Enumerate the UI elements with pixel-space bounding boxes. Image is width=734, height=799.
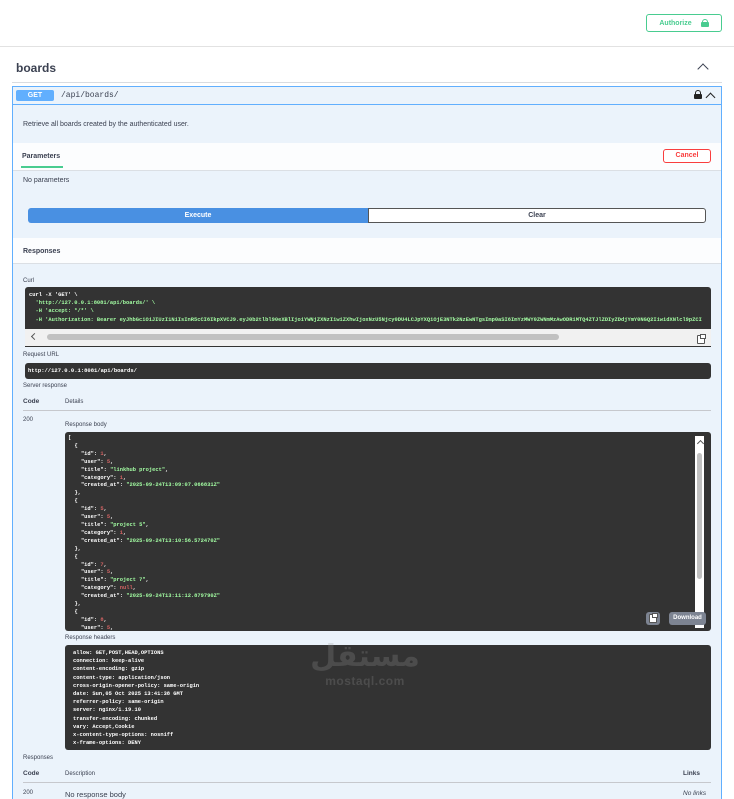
responses-row-description: No response body	[65, 790, 126, 799]
parameters-header	[13, 143, 721, 171]
header-line: connection: keep-alive	[73, 658, 145, 665]
header-line: cross-origin-opener-policy: same-origin	[73, 682, 200, 689]
response-body-label: Response body	[65, 422, 107, 428]
json-line: "user": 5,	[68, 458, 114, 465]
body-scroll-thumb[interactable]	[697, 453, 702, 579]
details-header: Details	[65, 399, 84, 405]
chevron-up-icon[interactable]	[697, 63, 709, 75]
authorize-button[interactable]: Authorize	[646, 14, 722, 32]
json-line: {	[68, 498, 78, 505]
table-divider	[23, 782, 711, 783]
execute-button[interactable]: Execute	[28, 208, 368, 223]
tab-underline	[21, 166, 63, 168]
request-url-value: http://127.0.0.1:8081/api/boards/	[25, 363, 711, 379]
curl-label: Curl	[23, 278, 35, 284]
header-line: vary: Accept,Cookie	[73, 723, 135, 730]
header-line: x-frame-options: DENY	[73, 740, 141, 747]
responses-header	[13, 238, 721, 264]
top-bar: Authorize	[0, 0, 734, 47]
responses-code-header: Code	[23, 770, 40, 777]
copy-icon[interactable]	[697, 334, 706, 344]
json-line: "id": 5,	[68, 506, 107, 513]
request-url-label: Request URL	[23, 352, 60, 358]
json-line: "created_at": "2025-09-24T13:10:56.57247…	[68, 537, 221, 544]
json-line: "created_at": "2025-09-24T13:11:12.87979…	[68, 593, 221, 600]
response-headers-label: Response headers	[65, 635, 116, 641]
header-line: allow: GET,POST,HEAD,OPTIONS	[73, 650, 164, 656]
json-line: {	[68, 553, 78, 560]
json-line: "user": 5,	[68, 569, 114, 576]
responses-links-header: Links	[683, 770, 700, 777]
tag-divider	[12, 82, 722, 83]
lock-icon	[700, 19, 709, 27]
header-line: content-encoding: gzip	[73, 666, 145, 673]
watermark-logo: مستقل mostaql.com	[310, 640, 420, 696]
json-line: "created_at": "2025-09-24T13:09:07.06683…	[68, 482, 221, 489]
copy-icon	[649, 613, 658, 623]
chevron-up-icon[interactable]	[705, 92, 716, 103]
method-badge: GET	[16, 90, 54, 101]
header-line: date: Sun,05 Oct 2025 13:41:38 GMT	[73, 691, 183, 698]
clear-button[interactable]: Clear	[368, 208, 706, 223]
json-line: "id": 8,	[68, 616, 107, 623]
cancel-button[interactable]: Cancel	[663, 149, 711, 163]
server-response-label: Server response	[23, 383, 68, 389]
copy-body-button[interactable]	[646, 612, 660, 625]
curl-line: curl -X 'GET' \	[29, 292, 78, 298]
json-line: },	[68, 490, 81, 497]
operation-summary[interactable]: GET /api/boards/	[13, 87, 721, 105]
header-line: server: nginx/1.19.10	[73, 707, 141, 714]
responses-description-header: Description	[65, 771, 96, 777]
download-button[interactable]: Download	[669, 612, 706, 625]
json-line: "user": 5,	[68, 514, 114, 521]
json-line: "id": 7,	[68, 561, 107, 568]
header-line: referrer-policy: same-origin	[73, 699, 164, 706]
header-line: content-type: application/json	[73, 674, 171, 681]
header-line: x-content-type-options: nosniff	[73, 732, 174, 739]
curl-line: 'http://127.0.0.1:8081/api/boards/' \	[29, 300, 156, 307]
json-line: "title": "project 7",	[68, 577, 149, 584]
json-line: "user": 5,	[68, 624, 114, 631]
responses-row-links: No links	[683, 790, 707, 797]
header-line: transfer-encoding: chunked	[73, 715, 158, 722]
json-line: },	[68, 601, 81, 608]
responses-row-code: 200	[23, 790, 34, 796]
json-line: },	[68, 545, 81, 552]
responses-title: Responses	[23, 248, 61, 255]
curl-line: -H 'Authorization: Bearer eyJhbGciOiJIUz…	[29, 316, 702, 323]
watermark-arabic: مستقل	[310, 639, 420, 674]
json-line: {	[68, 442, 78, 449]
operation-description: Retrieve all boards created by the authe…	[23, 121, 189, 128]
json-line: "title": "linkhub project",	[68, 466, 169, 473]
scroll-thumb[interactable]	[47, 334, 559, 340]
responses-label: Responses	[23, 755, 54, 761]
response-body-block[interactable]: [ { "id": 1, "user": 5, "title": "linkhu…	[65, 432, 711, 631]
watermark-latin: mostaql.com	[325, 674, 405, 688]
json-line: [	[68, 435, 72, 441]
tab-parameters[interactable]: Parameters	[22, 153, 60, 160]
json-line: "category": 1,	[68, 529, 127, 536]
table-divider	[23, 410, 711, 411]
json-line: "title": "project 5",	[68, 521, 149, 528]
response-body-json: [ { "id": 1, "user": 5, "title": "linkhu…	[68, 435, 220, 631]
operation-path: /api/boards/	[61, 91, 119, 100]
json-line: {	[68, 608, 78, 615]
json-line: "id": 1,	[68, 450, 107, 457]
curl-line: -H 'accept: */*' \	[29, 308, 94, 315]
authorize-label: Authorize	[659, 19, 692, 27]
tag-title[interactable]: boards	[16, 61, 56, 75]
json-line: "category": 1,	[68, 474, 127, 481]
no-parameters-text: No parameters	[23, 177, 70, 184]
json-line: "category": null,	[68, 585, 136, 592]
response-code: 200	[23, 417, 34, 423]
code-header: Code	[23, 398, 40, 405]
lock-icon[interactable]	[694, 90, 702, 99]
